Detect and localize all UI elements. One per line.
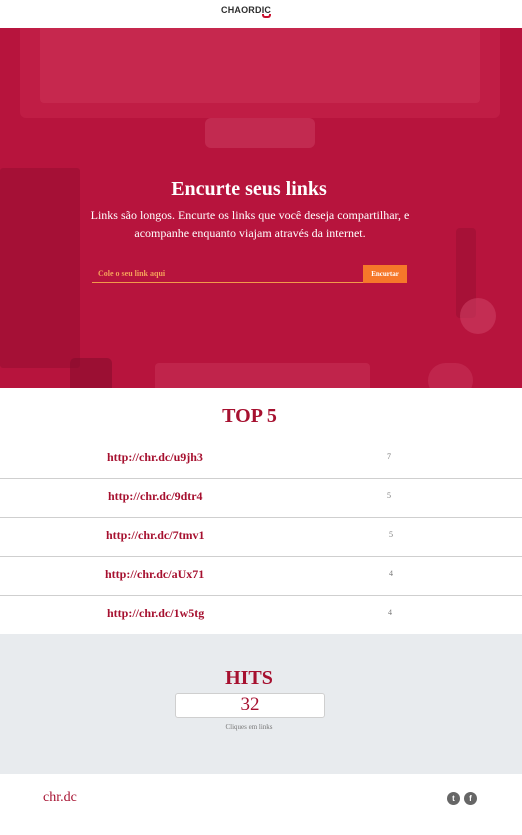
short-link[interactable]: http://chr.dc/9dtr4 [108, 489, 203, 504]
hero-subtitle: Links são longos. Encurte os links que v… [90, 208, 410, 240]
list-item: http://chr.dc/1w5tg 4 [0, 596, 522, 635]
short-link[interactable]: http://chr.dc/1w5tg [107, 606, 204, 621]
click-count: 4 [388, 608, 392, 617]
footer-brand-link[interactable]: chr.dc [43, 790, 77, 806]
hits-counter: 32 [175, 693, 325, 718]
twitter-icon[interactable]: t [447, 792, 460, 805]
logo-mark-icon [262, 14, 271, 18]
list-item: http://chr.dc/7tmv1 5 [0, 518, 522, 557]
short-link[interactable]: http://chr.dc/7tmv1 [106, 528, 205, 543]
link-input[interactable] [92, 265, 363, 283]
hits-title: HITS [225, 667, 273, 689]
footer: chr.dc t f [0, 774, 522, 835]
top-bar: CHAORDIC [0, 0, 522, 28]
list-item: http://chr.dc/9dtr4 5 [0, 479, 522, 518]
shorten-form: Encurtar [92, 265, 407, 283]
click-count: 7 [387, 452, 391, 461]
click-count: 4 [389, 569, 393, 578]
short-link[interactable]: http://chr.dc/u9jh3 [107, 450, 203, 465]
click-count: 5 [387, 491, 391, 500]
facebook-icon[interactable]: f [464, 792, 477, 805]
list-item: http://chr.dc/aUx71 4 [0, 557, 522, 596]
hits-section: HITS 32 Cliques em links [0, 634, 522, 774]
hero-title: Encurte seus links [171, 178, 327, 200]
hits-label: Cliques em links [225, 723, 273, 731]
hero-section: Encurte seus links Links são longos. Enc… [0, 28, 522, 388]
top5-title: TOP 5 [222, 405, 277, 427]
click-count: 5 [389, 530, 393, 539]
shorten-button[interactable]: Encurtar [363, 265, 407, 283]
short-link[interactable]: http://chr.dc/aUx71 [105, 567, 204, 582]
list-item: http://chr.dc/u9jh3 7 [0, 440, 522, 479]
